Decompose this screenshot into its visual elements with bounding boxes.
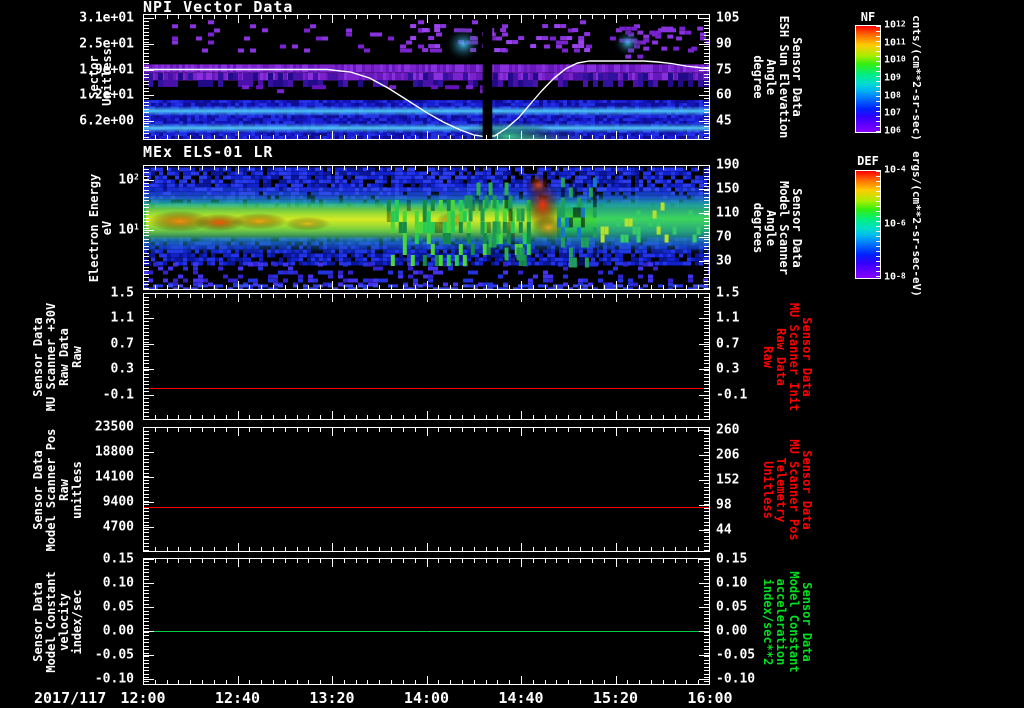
colorbar-tick-label: 10 -4 xyxy=(884,164,906,176)
y-tick-label: -0.10 xyxy=(716,671,756,687)
colorbar-tick-label: 10 6 xyxy=(884,125,901,137)
colorbar-def-gradient xyxy=(855,170,881,279)
y-tick-label: 152 xyxy=(716,472,740,488)
y-tick-label: -0.10 xyxy=(94,671,134,687)
y-tick-label: 3.1e+01 xyxy=(79,10,134,26)
model-constant-velocity-plot-canvas xyxy=(143,558,710,685)
y-tick-label: 0.7 xyxy=(110,336,134,352)
y-tick-label: 10 2 xyxy=(118,172,139,188)
x-axis-date-label: 2017/117 xyxy=(34,689,107,707)
model-scanner-pos-plot-canvas xyxy=(143,427,710,552)
y-tick-label: 110 xyxy=(716,205,740,221)
y-tick-label: 0.05 xyxy=(102,599,134,615)
y-tick-label: 23500 xyxy=(94,419,134,435)
colorbar-tick-label: 10 -6 xyxy=(884,218,906,229)
x-axis-tick-label: 13:20 xyxy=(309,689,355,707)
y-tick-label: 1.5 xyxy=(716,285,740,301)
y-tick-label: 1.2e+01 xyxy=(79,87,134,103)
colorbar-def-title: DEF xyxy=(857,154,879,168)
npi-spectrogram-canvas xyxy=(143,14,710,140)
y-tick-label: 14100 xyxy=(94,469,134,485)
colorbar-def-units: ergs/(cm**2-sr-sec-eV) xyxy=(910,150,923,297)
y-tick-label: 0.00 xyxy=(716,623,748,639)
y-tick-label: 98 xyxy=(716,497,732,513)
y-tick-label: 0.3 xyxy=(716,361,740,377)
colorbar-tick-label: 10 8 xyxy=(884,90,901,102)
y-tick-label: 18800 xyxy=(94,444,134,460)
y-tick-label: 1.1 xyxy=(110,310,134,326)
y-tick-label: 150 xyxy=(716,181,740,197)
y-tick-label: 105 xyxy=(716,10,740,26)
colorbar-nf-title: NF xyxy=(860,10,876,24)
els-spectrogram-canvas xyxy=(143,165,710,290)
y-tick-label: 0.10 xyxy=(716,575,748,591)
y-tick-label: 0.7 xyxy=(716,336,740,352)
y-tick-label: 90 xyxy=(716,36,732,52)
colorbar-tick-label: 10 9 xyxy=(884,72,901,84)
y-tick-label: 260 xyxy=(716,422,740,438)
plot-page: NPI Vector Data Sector Unitless Sensor D… xyxy=(0,0,1024,708)
x-axis-tick-label: 16:00 xyxy=(687,689,733,707)
x-axis-tick-label: 15:20 xyxy=(592,689,639,707)
colorbar-tick-label: 10 11 xyxy=(884,37,906,49)
y-tick-label: 0.15 xyxy=(716,551,748,567)
y-tick-label: 10 1 xyxy=(118,222,139,238)
x-axis-tick-label: 14:40 xyxy=(498,689,544,707)
colorbar-tick-label: 10 7 xyxy=(884,107,901,119)
colorbar-tick-label: 10 10 xyxy=(884,54,906,66)
y-tick-label: 0.00 xyxy=(102,623,134,639)
y-tick-label: 30 xyxy=(716,253,732,269)
y-tick-label: -0.05 xyxy=(94,647,134,663)
y-tick-label: 60 xyxy=(716,87,732,103)
y-tick-label: 0.10 xyxy=(102,575,134,591)
y-tick-label: 75 xyxy=(716,62,732,78)
x-axis-tick-label: 12:00 xyxy=(120,689,166,707)
npi-panel-title: NPI Vector Data xyxy=(143,0,294,16)
x-axis-tick-label: 14:00 xyxy=(403,689,450,707)
y-tick-label: 1.5 xyxy=(110,285,134,301)
y-tick-label: 190 xyxy=(716,157,740,173)
y-tick-label: 1.9e+01 xyxy=(79,62,134,78)
y-tick-label: 70 xyxy=(716,229,732,245)
colorbar-nf-gradient xyxy=(855,25,881,133)
y-tick-label: 0.05 xyxy=(716,599,748,615)
y-tick-label: 44 xyxy=(716,522,732,538)
colorbar-tick-label: 10 -8 xyxy=(884,271,906,283)
y-tick-label: -0.1 xyxy=(716,387,748,403)
y-tick-label: 4700 xyxy=(102,519,134,535)
y-tick-label: 2.5e+01 xyxy=(79,36,134,52)
y-tick-label: 0.15 xyxy=(102,551,134,567)
y-tick-label: 0.3 xyxy=(110,361,134,377)
els-panel-title: MEx ELS-01 LR xyxy=(143,143,274,161)
y-tick-label: 206 xyxy=(716,447,740,463)
mu-scanner-30v-plot-canvas xyxy=(143,293,710,420)
y-tick-label: 1.1 xyxy=(716,310,740,326)
colorbar-tick-label: 10 12 xyxy=(884,19,906,31)
y-tick-label: 45 xyxy=(716,113,732,129)
y-tick-label: 6.2e+00 xyxy=(79,113,134,129)
x-axis-tick-label: 12:40 xyxy=(214,689,261,707)
y-tick-label: -0.05 xyxy=(716,647,756,663)
y-tick-label: -0.1 xyxy=(102,387,134,403)
y-tick-label: 9400 xyxy=(102,494,134,510)
